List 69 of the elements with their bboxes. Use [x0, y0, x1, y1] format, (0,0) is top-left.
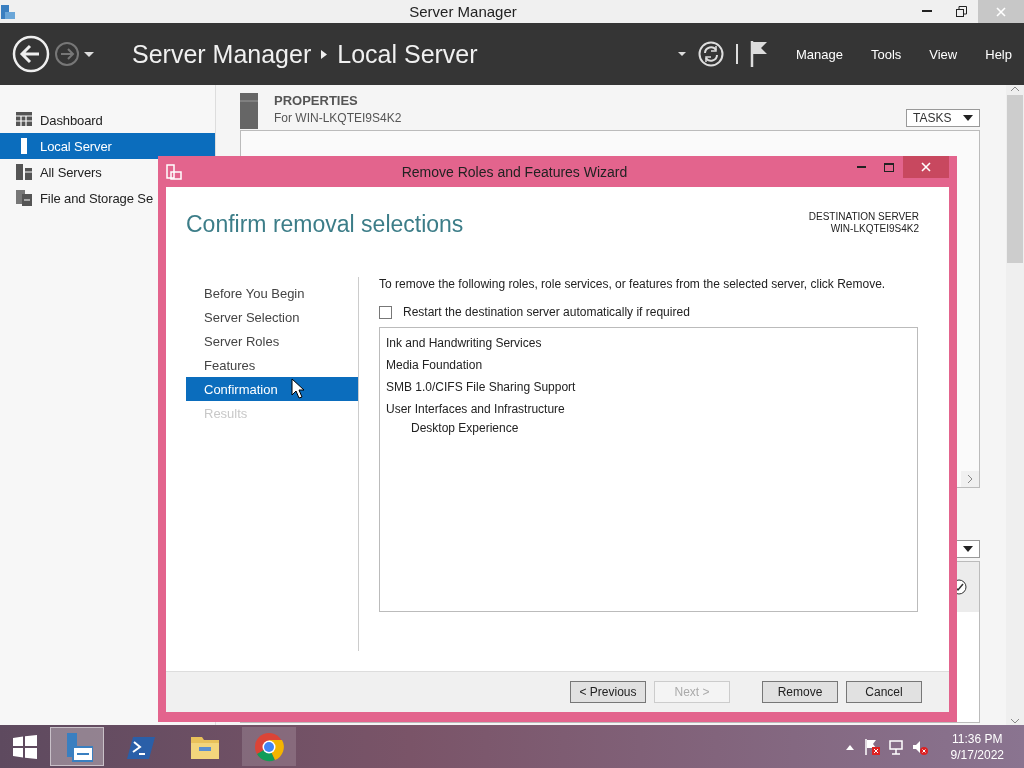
folder-server-icon [16, 190, 32, 206]
breadcrumb-item: Local Server [337, 39, 478, 69]
scrollbar-thumb[interactable] [1007, 95, 1023, 263]
taskbar-app[interactable] [242, 727, 296, 766]
menu-item[interactable]: Tools [870, 46, 902, 62]
clock[interactable]: 11:36 PM 9/17/2022 [950, 730, 1004, 763]
section-subtitle: For WIN-LKQTEI9S4K2 [274, 111, 402, 125]
breadcrumb-item: Server Manager [132, 39, 312, 69]
section-title: PROPERTIES [274, 93, 359, 108]
flag-icon[interactable] [749, 41, 768, 67]
dropdown-arrow-icon [963, 115, 973, 121]
feature-item: SMB 1.0/CIFS File Sharing Support [386, 379, 577, 396]
feature-item: User Interfaces and Infrastructure [386, 401, 566, 418]
back-button-icon[interactable] [12, 35, 50, 73]
sidebar-item[interactable]: Dashboard [0, 107, 103, 133]
wizard-step[interactable]: Features [186, 353, 358, 377]
instruction-text: To remove the following roles, role services, or features from the selected server, click Remove. [379, 277, 887, 291]
page-heading: Confirm removal selections [186, 211, 464, 239]
scroll-right-button[interactable] [961, 471, 979, 487]
scroll-up-icon[interactable] [1010, 85, 1020, 93]
sidebar-item[interactable]: Local Server [0, 133, 215, 159]
maximize-icon [884, 162, 894, 172]
close-icon [996, 6, 1006, 17]
destination-server-label: DESTINATION SERVER WIN-LKQTEI9S4K2 [808, 211, 919, 236]
dropdown-arrow-icon [963, 546, 973, 552]
checkbox[interactable] [379, 305, 392, 319]
wizard-step[interactable]: Server Roles [186, 329, 358, 353]
browser-icon [253, 730, 285, 763]
chevron-right-icon [967, 474, 973, 484]
flag-error-icon[interactable] [863, 737, 880, 756]
windows-start-icon[interactable] [13, 734, 37, 759]
sidebar-item[interactable]: File and Storage Se [0, 185, 153, 211]
wizard-button[interactable]: < Previous [570, 681, 646, 703]
menu-item[interactable]: Help [985, 46, 1012, 62]
checkbox-label[interactable]: Restart the destination server automatically if required [403, 305, 690, 319]
servers-icon [16, 164, 32, 180]
grid-icon [16, 112, 32, 128]
scrollbar[interactable] [1006, 85, 1024, 725]
app-icon [166, 163, 182, 180]
wizard-button[interactable]: Remove [762, 681, 838, 703]
taskbar-app[interactable] [50, 727, 104, 766]
tasks-dropdown[interactable]: TASKS [906, 109, 980, 127]
close-icon [921, 162, 931, 172]
refresh-icon[interactable] [697, 41, 724, 67]
menu-item[interactable]: Manage [795, 46, 843, 62]
minimize-icon [856, 166, 866, 168]
caret-icon[interactable] [677, 52, 686, 56]
window-title: Server Manager [408, 3, 518, 20]
network-icon[interactable] [888, 738, 903, 755]
scroll-down-icon[interactable] [1010, 717, 1020, 725]
feature-item: Desktop Experience [410, 420, 520, 436]
feature-item: Media Foundation [386, 357, 484, 374]
minimize-icon [922, 10, 932, 13]
mouse-cursor-icon [291, 378, 305, 399]
wizard-step[interactable]: Before You Begin [186, 281, 358, 305]
sidebar-item[interactable]: All Servers [0, 159, 102, 185]
feature-item: Ink and Handwriting Services [386, 335, 543, 352]
wizard-button[interactable]: Cancel [846, 681, 922, 703]
app-icon [0, 3, 16, 20]
restore-icon [955, 6, 967, 17]
breadcrumb-separator-icon [321, 49, 328, 59]
caret-icon[interactable] [84, 51, 94, 57]
wizard-step[interactable]: Server Selection [186, 305, 358, 329]
wizard-step[interactable]: Confirmation [186, 377, 358, 401]
divider-icon [735, 44, 738, 64]
menu-item[interactable]: View [929, 46, 958, 62]
server-icon [240, 93, 258, 129]
dialog-title: Remove Roles and Features Wizard [400, 163, 629, 180]
close-button[interactable] [903, 156, 949, 178]
